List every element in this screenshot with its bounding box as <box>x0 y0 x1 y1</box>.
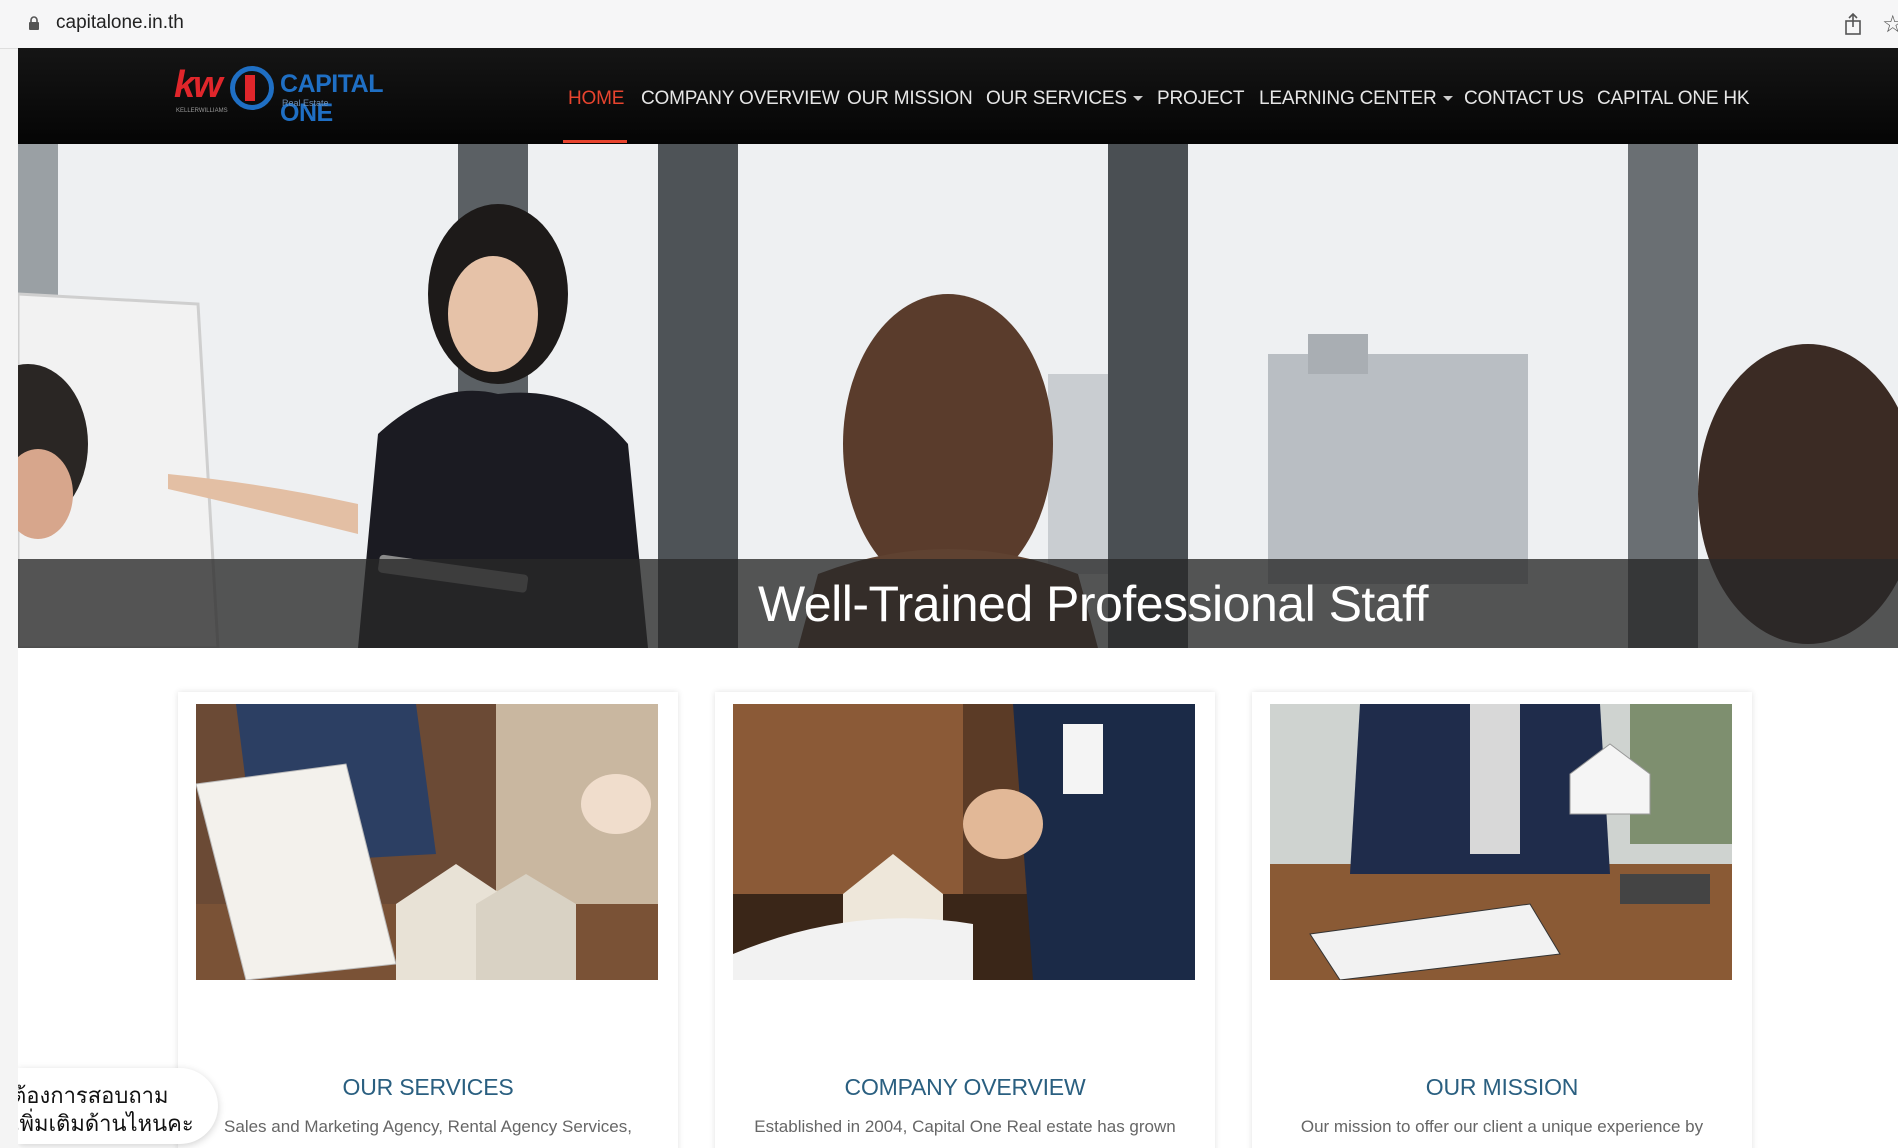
chevron-down-icon <box>1132 96 1143 102</box>
card-title[interactable]: COMPANY OVERVIEW <box>715 1074 1215 1101</box>
nav-project[interactable]: PROJECT <box>1157 88 1244 110</box>
hero-slider[interactable]: Well-Trained Professional Staff <box>18 144 1898 648</box>
card-image-mission <box>1270 704 1732 980</box>
nav-our-services[interactable]: OUR SERVICES <box>986 88 1143 110</box>
logo-kw-text: kw <box>174 64 223 106</box>
nav-our-services-label: OUR SERVICES <box>986 88 1127 109</box>
nav-capital-one-hk[interactable]: CAPITAL ONE HK <box>1597 88 1750 110</box>
card-our-mission[interactable]: OUR MISSION Our mission to offer our cli… <box>1252 692 1752 1148</box>
card-text: Established in 2004, Capital One Real es… <box>754 1117 1176 1148</box>
url-text[interactable]: capitalone.in.th <box>56 12 184 34</box>
lock-icon <box>29 16 39 30</box>
card-company-overview[interactable]: COMPANY OVERVIEW Established in 2004, Ca… <box>715 692 1215 1148</box>
logo-circle-icon <box>230 66 274 110</box>
chevron-down-icon <box>1442 96 1453 102</box>
nav-company-overview[interactable]: COMPANY OVERVIEW <box>641 88 840 110</box>
card-our-services[interactable]: OUR SERVICES Sales and Marketing Agency,… <box>178 692 678 1148</box>
chat-line-2: เพิ่มเติมด้านไหนคะ <box>18 1111 194 1136</box>
share-icon[interactable] <box>1844 13 1862 35</box>
card-image-services <box>196 704 658 980</box>
card-text: Sales and Marketing Agency, Rental Agenc… <box>224 1117 632 1148</box>
logo-kw-subtext: KELLERWILLIAMS <box>176 108 228 114</box>
card-title[interactable]: OUR SERVICES <box>178 1074 678 1101</box>
card-text: Our mission to offer our client a unique… <box>1286 1117 1719 1148</box>
site-logo[interactable]: kw KELLERWILLIAMS CAPITAL ONE Real Estat… <box>174 60 434 127</box>
hero-caption: Well-Trained Professional Staff <box>758 576 1429 632</box>
nav-contact-us[interactable]: CONTACT US <box>1464 88 1584 110</box>
active-nav-indicator <box>563 140 627 143</box>
nav-learning-center-label: LEARNING CENTER <box>1259 88 1437 109</box>
card-title[interactable]: OUR MISSION <box>1252 1074 1752 1101</box>
nav-learning-center[interactable]: LEARNING CENTER <box>1259 88 1453 110</box>
bookmark-star-icon[interactable]: ☆ <box>1882 10 1898 39</box>
card-image-overview <box>733 704 1195 980</box>
nav-our-mission[interactable]: OUR MISSION <box>847 88 973 110</box>
chat-widget-bubble[interactable]: ต้องการสอบถาม เพิ่มเติมด้านไหนคะ <box>18 1068 218 1144</box>
site-navbar: kw KELLERWILLIAMS CAPITAL ONE Real Estat… <box>18 48 1898 144</box>
nav-home[interactable]: HOME <box>568 88 624 110</box>
browser-address-bar[interactable]: capitalone.in.th ☆ <box>0 0 1898 49</box>
logo-subtitle: Real Estate <box>282 98 329 108</box>
web-page: kw KELLERWILLIAMS CAPITAL ONE Real Estat… <box>18 48 1898 1148</box>
